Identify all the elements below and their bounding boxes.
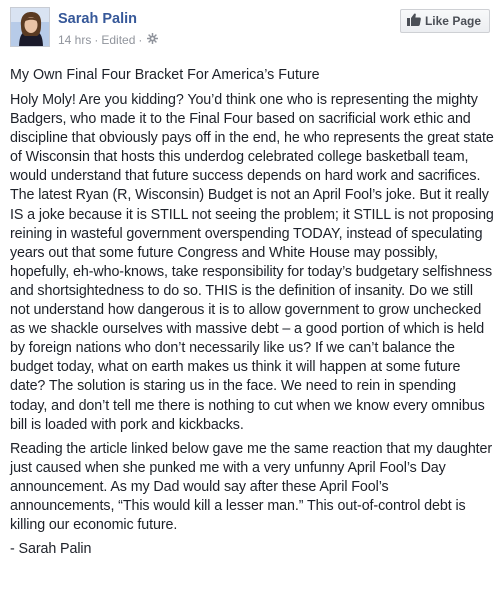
post-signature: - Sarah Palin [10, 541, 92, 558]
post-title: My Own Final Four Bracket For America’s … [10, 67, 320, 83]
post-paragraph-2: Reading the article linked below gave me… [10, 440, 493, 534]
like-page-button[interactable]: Like Page [399, 9, 490, 33]
post-header: Sarah Palin 14 hrs · Edited · Like Page [10, 7, 490, 49]
post-paragraph-1: Holy Moly! Are you kidding? You’d think … [10, 92, 494, 433]
thumbs-up-icon [406, 13, 421, 29]
post-meta: 14 hrs · Edited · [58, 33, 159, 47]
settings-gear-icon[interactable] [147, 33, 159, 47]
like-page-label: Like Page [424, 14, 481, 28]
avatar-image [11, 8, 49, 46]
post-timestamp[interactable]: 14 hrs [58, 33, 91, 47]
author-name[interactable]: Sarah Palin [58, 11, 137, 27]
edited-label[interactable]: Edited [101, 33, 135, 47]
meta-separator: · [94, 33, 99, 47]
meta-separator-2: · [138, 33, 143, 47]
post-body: Holy Moly! Are you kidding? You’d think … [10, 91, 496, 564]
facebook-post: Sarah Palin 14 hrs · Edited · Like Page … [0, 0, 500, 601]
avatar[interactable] [10, 7, 50, 47]
